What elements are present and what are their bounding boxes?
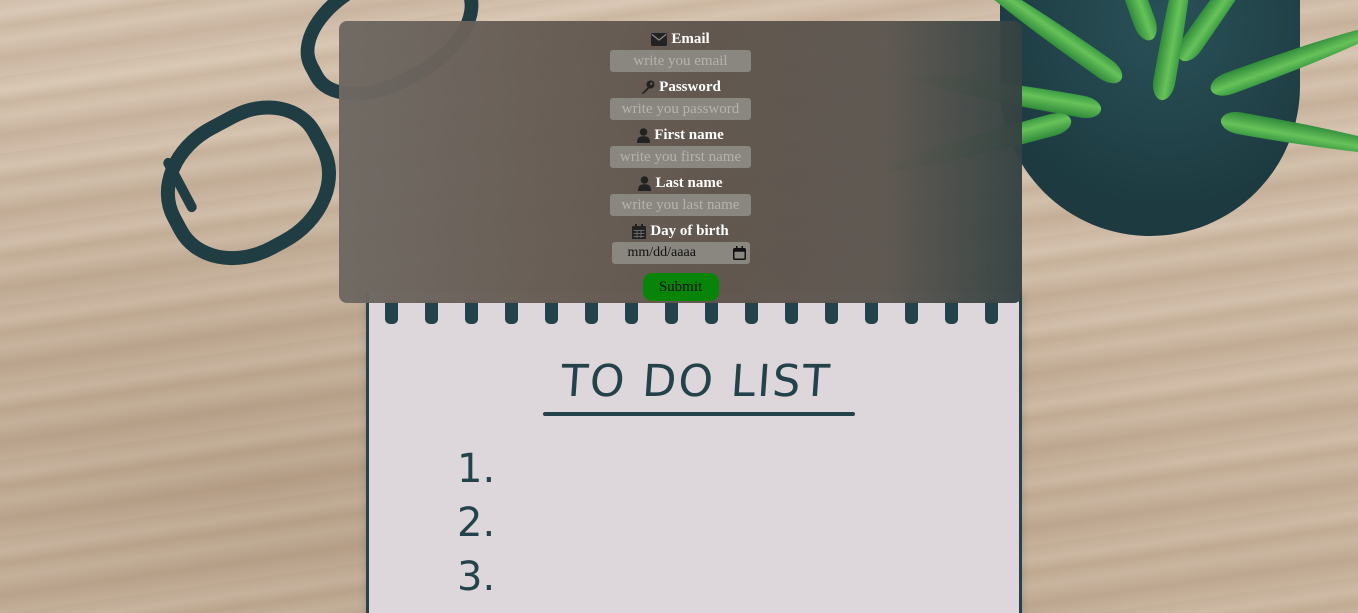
key-icon bbox=[640, 80, 655, 95]
notebook-title: TO DO LIST bbox=[559, 356, 834, 407]
user-icon bbox=[638, 175, 652, 191]
birth-label: Day of birth bbox=[339, 221, 1022, 241]
email-input[interactable] bbox=[610, 50, 751, 72]
notebook-item: 1. bbox=[457, 446, 496, 492]
glasses-image bbox=[0, 0, 501, 300]
last-name-label: Last name bbox=[339, 173, 1022, 193]
calendar-picker-icon[interactable] bbox=[732, 246, 746, 260]
submit-button[interactable]: Submit bbox=[642, 273, 719, 301]
notebook-image: TO DO LIST 1. 2. 3. bbox=[366, 292, 1022, 613]
first-name-label-text: First name bbox=[654, 126, 724, 143]
last-name-label-text: Last name bbox=[655, 174, 723, 191]
notebook-underline bbox=[543, 412, 855, 416]
email-label-text: Email bbox=[671, 30, 710, 47]
birth-date-placeholder: mm/dd/aaaa bbox=[627, 245, 696, 260]
password-label: Password bbox=[339, 77, 1022, 97]
password-input[interactable] bbox=[610, 98, 751, 120]
envelope-icon bbox=[651, 32, 668, 46]
last-name-input[interactable] bbox=[610, 194, 751, 216]
signup-form: Email Password First name Last name Day … bbox=[339, 21, 1022, 303]
password-label-text: Password bbox=[659, 78, 721, 95]
user-icon bbox=[637, 127, 651, 143]
birth-date-input[interactable]: mm/dd/aaaa bbox=[611, 242, 750, 264]
first-name-label: First name bbox=[339, 125, 1022, 145]
calendar-icon bbox=[632, 223, 647, 239]
notebook-item: 2. bbox=[457, 500, 496, 546]
email-label: Email bbox=[339, 29, 1022, 49]
birth-label-text: Day of birth bbox=[650, 222, 729, 239]
notebook-item: 3. bbox=[457, 554, 496, 600]
first-name-input[interactable] bbox=[610, 146, 751, 168]
